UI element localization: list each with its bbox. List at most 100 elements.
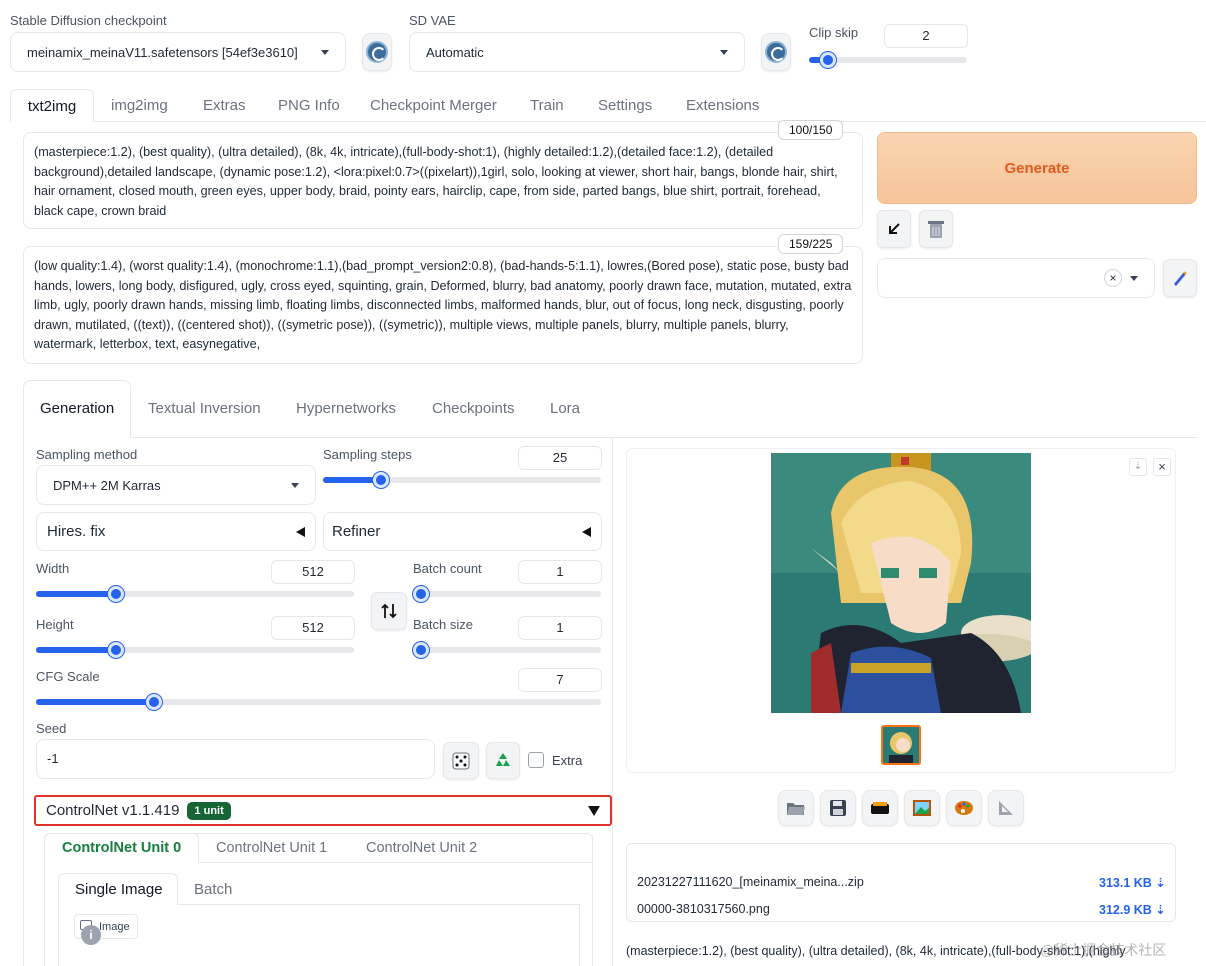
- swap-arrows-icon: [381, 603, 397, 619]
- batch-size-label: Batch size: [413, 617, 473, 632]
- tab-lora[interactable]: Lora: [550, 400, 580, 417]
- controlnet-accordion[interactable]: ControlNet v1.1.419 1 unit: [34, 795, 612, 826]
- panel-left-border: [23, 437, 24, 966]
- panel-divider: [612, 437, 613, 966]
- framed-picture-icon: [913, 800, 931, 816]
- open-folder-button[interactable]: [778, 790, 814, 826]
- random-seed-button[interactable]: [443, 742, 479, 779]
- vae-select[interactable]: Automatic: [409, 32, 745, 72]
- checkpoint-select[interactable]: meinamix_meinaV11.safetensors [54ef3e361…: [10, 32, 346, 72]
- edit-styles-button[interactable]: [1163, 259, 1197, 297]
- read-params-button[interactable]: [877, 210, 911, 248]
- clip-skip-input[interactable]: 2: [884, 24, 968, 48]
- refresh-checkpoint-button[interactable]: [362, 33, 392, 71]
- sampling-method-label: Sampling method: [36, 447, 138, 462]
- seed-input[interactable]: -1: [36, 739, 435, 779]
- file-name[interactable]: 20231227111620_[meinamix_meina...zip: [637, 875, 864, 889]
- reuse-seed-button[interactable]: [486, 742, 520, 779]
- clip-skip-slider[interactable]: [809, 52, 967, 68]
- slider-handle[interactable]: [373, 472, 389, 488]
- tab-generation[interactable]: Generation: [40, 400, 114, 417]
- tab-controlnet-unit-0[interactable]: ControlNet Unit 0: [62, 840, 181, 856]
- refresh-icon: [765, 41, 787, 63]
- tab-hypernetworks[interactable]: Hypernetworks: [296, 400, 396, 417]
- send-to-extras-button[interactable]: [988, 790, 1024, 826]
- image-area-border: [58, 904, 59, 966]
- vae-value: Automatic: [426, 44, 484, 60]
- vae-label: SD VAE: [409, 13, 456, 28]
- file-size[interactable]: 313.1 KB ⇣: [1099, 875, 1166, 890]
- slider-handle[interactable]: [146, 694, 162, 710]
- negative-prompt-textarea[interactable]: (low quality:1.4), (worst quality:1.4), …: [23, 246, 863, 364]
- tab-single-image[interactable]: Single Image: [75, 881, 163, 898]
- sampling-method-value: DPM++ 2M Karras: [53, 477, 161, 493]
- save-button[interactable]: [820, 790, 856, 826]
- height-input[interactable]: 512: [271, 616, 355, 640]
- file-name[interactable]: 00000-3810317560.png: [637, 902, 770, 916]
- gallery-thumbnail[interactable]: [881, 725, 921, 765]
- hires-fix-accordion[interactable]: Hires. fix: [36, 512, 316, 551]
- file-size[interactable]: 312.9 KB ⇣: [1099, 902, 1166, 917]
- clear-icon[interactable]: ×: [1104, 269, 1122, 287]
- slider-fill: [36, 647, 116, 653]
- height-slider[interactable]: [36, 642, 354, 658]
- clip-skip-label: Clip skip: [809, 25, 859, 40]
- refiner-label: Refiner: [332, 523, 381, 540]
- checkpoint-value: meinamix_meinaV11.safetensors [54ef3e361…: [27, 44, 298, 60]
- zip-button[interactable]: [862, 790, 898, 826]
- chevron-down-icon: [1130, 275, 1138, 281]
- send-to-img2img-button[interactable]: [904, 790, 940, 826]
- prompt-textarea[interactable]: (masterpiece:1.2), (best quality), (ultr…: [23, 132, 863, 229]
- batch-size-slider[interactable]: [413, 642, 601, 658]
- generated-image[interactable]: [771, 453, 1031, 713]
- height-label: Height: [36, 617, 74, 632]
- slider-handle[interactable]: [108, 586, 124, 602]
- cfg-scale-label: CFG Scale: [36, 669, 100, 684]
- slider-handle[interactable]: [820, 52, 836, 68]
- tab-settings[interactable]: Settings: [598, 97, 652, 114]
- batch-count-slider[interactable]: [413, 586, 601, 602]
- tab-controlnet-unit-1[interactable]: ControlNet Unit 1: [216, 840, 327, 856]
- trash-icon: [928, 221, 944, 238]
- tab-controlnet-unit-2[interactable]: ControlNet Unit 2: [366, 840, 477, 856]
- tab-png-info[interactable]: PNG Info: [278, 97, 340, 114]
- generate-button[interactable]: Generate: [877, 132, 1197, 204]
- width-input[interactable]: 512: [271, 560, 355, 584]
- thumbnail-image: [883, 727, 919, 763]
- hires-fix-label: Hires. fix: [47, 523, 106, 540]
- sampling-steps-input[interactable]: 25: [518, 446, 602, 470]
- tab-txt2img[interactable]: txt2img: [10, 89, 94, 122]
- extra-checkbox[interactable]: [528, 752, 544, 768]
- info-icon[interactable]: i: [81, 925, 101, 945]
- slider-handle[interactable]: [108, 642, 124, 658]
- styles-select[interactable]: ×: [877, 258, 1155, 298]
- send-to-inpaint-button[interactable]: [946, 790, 982, 826]
- swap-dimensions-button[interactable]: [371, 592, 407, 630]
- tab-checkpoint-merger[interactable]: Checkpoint Merger: [370, 97, 497, 114]
- folder-icon: [787, 803, 805, 815]
- clear-prompt-button[interactable]: [919, 210, 953, 248]
- palette-icon: [955, 801, 973, 815]
- cfg-scale-input[interactable]: 7: [518, 668, 602, 692]
- tab-checkpoints[interactable]: Checkpoints: [432, 400, 515, 417]
- slider-handle[interactable]: [413, 586, 429, 602]
- tab-textual-inversion[interactable]: Textual Inversion: [148, 400, 261, 417]
- sampling-steps-slider[interactable]: [323, 472, 601, 488]
- download-icon[interactable]: ⇣: [1129, 458, 1147, 476]
- archive-icon: [871, 802, 889, 814]
- tab-train[interactable]: Train: [530, 97, 564, 114]
- tab-batch[interactable]: Batch: [194, 881, 232, 898]
- slider-handle[interactable]: [413, 642, 429, 658]
- cfg-scale-slider[interactable]: [36, 694, 601, 710]
- tab-extras[interactable]: Extras: [203, 97, 246, 114]
- refiner-accordion[interactable]: Refiner: [323, 512, 602, 551]
- batch-count-input[interactable]: 1: [518, 560, 602, 584]
- sampling-method-select[interactable]: DPM++ 2M Karras: [36, 465, 316, 505]
- unit-count-badge: 1 unit: [187, 801, 231, 820]
- width-slider[interactable]: [36, 586, 354, 602]
- refresh-vae-button[interactable]: [761, 33, 791, 71]
- batch-size-input[interactable]: 1: [518, 616, 602, 640]
- tab-img2img[interactable]: img2img: [111, 97, 168, 114]
- close-icon[interactable]: ×: [1153, 458, 1171, 476]
- tab-extensions[interactable]: Extensions: [686, 97, 759, 114]
